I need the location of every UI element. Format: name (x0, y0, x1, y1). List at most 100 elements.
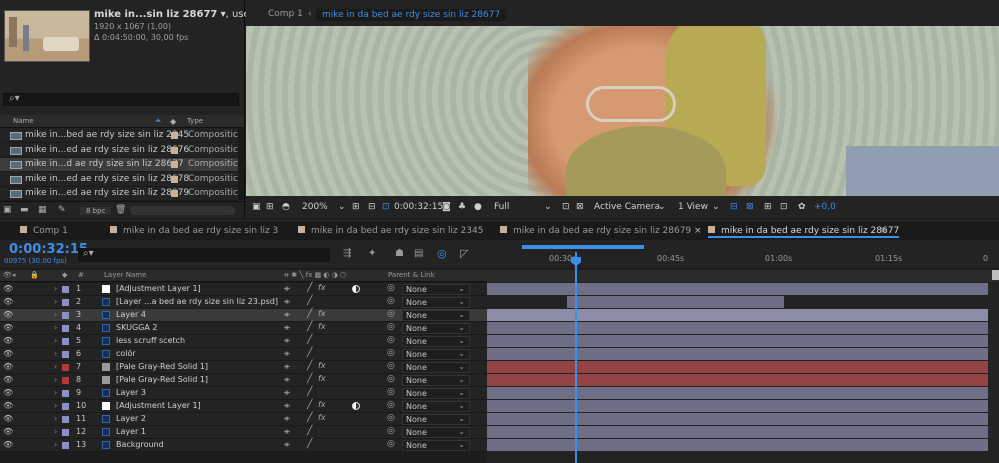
exposure-reset-icon[interactable]: ✿ (798, 202, 806, 212)
eye-icon[interactable]: 👁 (3, 349, 13, 358)
eye-icon[interactable]: 👁 (3, 310, 13, 319)
pickwhip-icon[interactable]: ◎ (387, 439, 395, 449)
pickwhip-icon[interactable]: ◎ (387, 322, 395, 332)
layer-row[interactable]: 👁 › 9 Layer 3 ᚑ ╱ ◎ None ⌄ (0, 387, 487, 400)
item-name[interactable]: mike in...sin liz 28677 (94, 9, 217, 20)
channel-icon[interactable]: ● (474, 202, 482, 212)
toggle-pixel-icon[interactable]: ⊟ (730, 202, 738, 212)
parent-select[interactable]: None ⌄ (402, 375, 470, 386)
fx-switch-icon[interactable]: fx (318, 374, 326, 383)
layer-label-color[interactable] (62, 286, 69, 293)
layer-duration-bar[interactable] (487, 400, 988, 412)
fx-switch-icon[interactable]: fx (318, 413, 326, 422)
fx-switch-icon[interactable]: fx (318, 283, 326, 292)
tab-close-icon[interactable]: × (694, 226, 702, 236)
graph-editor-icon[interactable]: ◸ (460, 247, 468, 260)
shy-switch-icon[interactable]: ᚑ (284, 284, 290, 293)
zoom-chevron-icon[interactable]: ⌄ (338, 202, 346, 212)
layer-name[interactable]: [Pale Gray-Red Solid 1] (116, 362, 208, 371)
layer-name[interactable]: colör (116, 349, 136, 358)
quality-switch-icon[interactable]: ╱ (307, 361, 312, 371)
project-item[interactable]: mike in...ed ae rdy size sin liz 28676 Co… (0, 144, 238, 158)
project-item[interactable]: mike in...ed ae rdy size sin liz 28679 Co… (0, 187, 238, 201)
layer-name[interactable]: [Adjustment Layer 1] (116, 284, 201, 293)
fx-switch-icon[interactable]: fx (318, 309, 326, 318)
frame-blending-icon[interactable]: ▤ (414, 248, 423, 259)
quality-switch-icon[interactable]: ╱ (307, 283, 312, 293)
layer-row[interactable]: 👁 › 5 less scruff scetch ᚑ ╱ ◎ None ⌄ (0, 335, 487, 348)
shy-switch-icon[interactable]: ᚑ (284, 401, 290, 410)
quality-switch-icon[interactable]: ╱ (307, 400, 312, 410)
adjustment-switch-icon[interactable] (352, 285, 360, 293)
timeline-tab-3[interactable]: mike in da bed ae rdy size sin liz 2345 (298, 226, 483, 236)
twirl-icon[interactable]: › (54, 284, 57, 293)
quality-switch-icon[interactable]: ╱ (307, 387, 312, 397)
quality-switch-icon[interactable]: ╱ (307, 439, 312, 449)
label-swatch[interactable] (171, 161, 178, 168)
layer-row[interactable]: 👁 › 11 Layer 2 ᚑ ╱ fx ◎ None ⌄ (0, 413, 487, 426)
viewer-timecode[interactable]: 0:00:32:15 (394, 202, 443, 212)
resolution-select[interactable]: Full (494, 202, 509, 212)
eye-icon[interactable]: 👁 (3, 336, 13, 345)
quality-switch-icon[interactable]: ╱ (307, 374, 312, 384)
layer-duration-bar[interactable] (487, 348, 988, 360)
layer-duration-bar[interactable] (487, 413, 988, 425)
layer-label-color[interactable] (62, 312, 69, 319)
camera-chevron-icon[interactable]: ⌄ (658, 202, 666, 212)
show-snapshot-icon[interactable]: ♣ (458, 202, 466, 212)
exposure-value[interactable]: +0,0 (814, 202, 836, 212)
layer-label-color[interactable] (62, 338, 69, 345)
timeline-icon[interactable]: ⊡ (780, 202, 788, 212)
pickwhip-icon[interactable]: ◎ (387, 374, 395, 384)
eye-icon[interactable]: 👁 (3, 375, 13, 384)
layer-name[interactable]: Layer 4 (116, 310, 146, 319)
transparency-icon[interactable]: ⊞ (266, 202, 274, 212)
column-name[interactable]: Name (13, 117, 34, 125)
parent-select[interactable]: None ⌄ (402, 284, 470, 295)
layer-name[interactable]: [Layer ...a bed ae rdy size sin liz 23.p… (116, 297, 278, 306)
layer-label-color[interactable] (62, 416, 69, 423)
pickwhip-icon[interactable]: ◎ (387, 296, 395, 306)
shy-switch-icon[interactable]: ᚑ (284, 297, 290, 306)
viewer-tab-current[interactable]: mike in da bed ae rdy size sin liz 28677 (316, 9, 507, 21)
twirl-icon[interactable]: › (54, 297, 57, 306)
roi-icon[interactable]: ⊡ (382, 202, 390, 212)
shy-switch-icon[interactable]: ᚑ (284, 323, 290, 332)
layer-duration-bar[interactable] (487, 309, 988, 321)
layer-name[interactable]: Layer 2 (116, 414, 146, 423)
layer-row[interactable]: 👁 › 4 SKUGGA 2 ᚑ ╱ fx ◎ None ⌄ (0, 322, 487, 335)
comp-mini-flowchart-icon[interactable]: ⇶ (343, 248, 351, 259)
parent-select[interactable]: None ⌄ (402, 414, 470, 425)
parent-select[interactable]: None ⌄ (402, 362, 470, 373)
quality-switch-icon[interactable]: ╱ (307, 296, 312, 306)
work-area-bar[interactable] (522, 245, 644, 249)
eye-icon[interactable]: 👁 (3, 297, 13, 306)
resolution-chevron-icon[interactable]: ⌄ (544, 202, 552, 212)
twirl-icon[interactable]: › (54, 336, 57, 345)
pickwhip-icon[interactable]: ◎ (387, 413, 395, 423)
project-scrollbar[interactable] (238, 128, 244, 200)
av-features-icon[interactable]: 👁◂ (3, 271, 15, 279)
shy-switch-icon[interactable]: ᚑ (284, 440, 290, 449)
eye-icon[interactable]: 👁 (3, 284, 13, 293)
layer-name[interactable]: Layer 3 (116, 388, 146, 397)
eye-icon[interactable]: 👁 (3, 401, 13, 410)
eye-icon[interactable]: 👁 (3, 323, 13, 332)
timeline-tab-2[interactable]: mike in da bed ae rdy size sin liz 3 (110, 226, 278, 236)
layer-label-color[interactable] (62, 403, 69, 410)
layer-row[interactable]: 👁 › 13 Background ᚑ ╱ ◎ None ⌄ (0, 439, 487, 452)
layer-label-color[interactable] (62, 429, 69, 436)
parent-select[interactable]: None ⌄ (402, 440, 470, 451)
layer-label-color[interactable] (62, 442, 69, 449)
zoom-select[interactable]: 200% (302, 202, 328, 212)
layer-duration-bar[interactable] (487, 426, 988, 438)
lock-icon[interactable]: 🔒 (30, 271, 39, 279)
mask-icon[interactable]: ◓ (282, 202, 290, 212)
twirl-icon[interactable]: › (54, 414, 57, 423)
safe-zone-icon[interactable]: ⊟ (368, 202, 376, 212)
layer-duration-bar[interactable] (487, 439, 988, 451)
layer-name[interactable]: [Pale Gray-Red Solid 1] (116, 375, 208, 384)
fast-previews-icon[interactable]: ⊡ (562, 202, 570, 212)
parent-select[interactable]: None ⌄ (402, 349, 470, 360)
layer-duration-bar[interactable] (487, 361, 988, 373)
